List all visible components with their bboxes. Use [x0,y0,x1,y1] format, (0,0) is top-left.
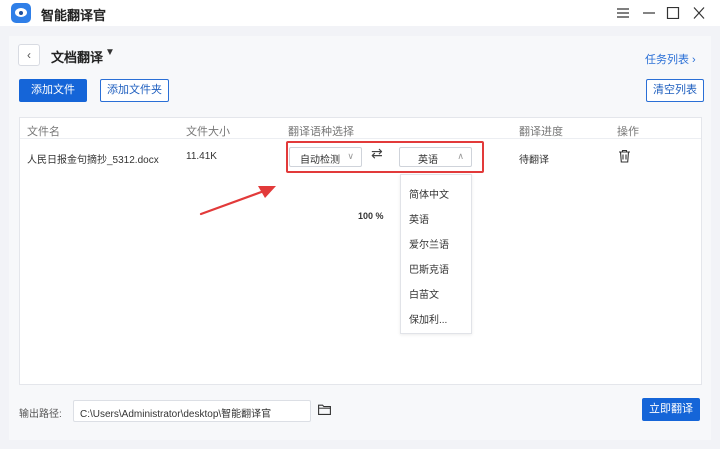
chevron-left-icon: ‹ [27,48,31,62]
dropdown-option[interactable]: 白苗文 [409,286,439,301]
hamburger-icon[interactable] [612,3,634,23]
minimize-icon[interactable] [638,3,660,23]
clear-list-button[interactable]: 清空列表 [646,79,704,102]
add-folder-button[interactable]: 添加文件夹 [100,79,169,102]
column-header-filename: 文件名 [27,126,60,138]
dropdown-option[interactable]: 保加利... [409,311,447,326]
translation-status: 待翻译 [519,155,549,166]
close-icon[interactable] [688,3,710,23]
language-dropdown: 简体中文 英语 爱尔兰语 巴斯克语 白苗文 保加利... [400,174,472,334]
app-title: 智能翻译官 [41,8,107,23]
annotation-arrow-icon [199,186,276,216]
folder-icon[interactable] [318,404,331,418]
file-size: 11.41K [186,151,217,162]
title-bar: 智能翻译官 [0,0,720,26]
maximize-icon[interactable] [662,3,684,23]
output-path-label: 输出路径: [19,409,62,420]
language-selection-highlight [286,141,484,173]
delete-icon[interactable] [618,149,631,166]
table-header-divider [20,138,701,139]
page-title[interactable]: 文档翻译 [51,47,103,66]
app-logo-icon [11,3,31,23]
translate-now-button[interactable]: 立即翻译 [642,398,700,421]
add-file-button[interactable]: 添加文件 [19,79,87,102]
column-header-language: 翻译语种选择 [288,126,354,138]
output-path-field[interactable]: C:\Users\Administrator\desktop\智能翻译官 [73,400,311,422]
column-header-filesize: 文件大小 [186,126,230,138]
file-name: 人民日报金句摘抄_5312.docx [27,155,159,166]
dropdown-option[interactable]: 爱尔兰语 [409,236,449,251]
dropdown-option[interactable]: 英语 [409,211,429,226]
caret-down-icon[interactable]: ▼ [105,47,115,58]
progress-text: 100 % [358,211,384,221]
column-header-actions: 操作 [617,126,639,138]
dropdown-option[interactable]: 简体中文 [409,186,449,201]
column-header-progress: 翻译进度 [519,126,563,138]
dropdown-option[interactable]: 巴斯克语 [409,261,449,276]
back-button[interactable]: ‹ [18,44,40,66]
task-list-link[interactable]: 任务列表 › [645,51,696,67]
